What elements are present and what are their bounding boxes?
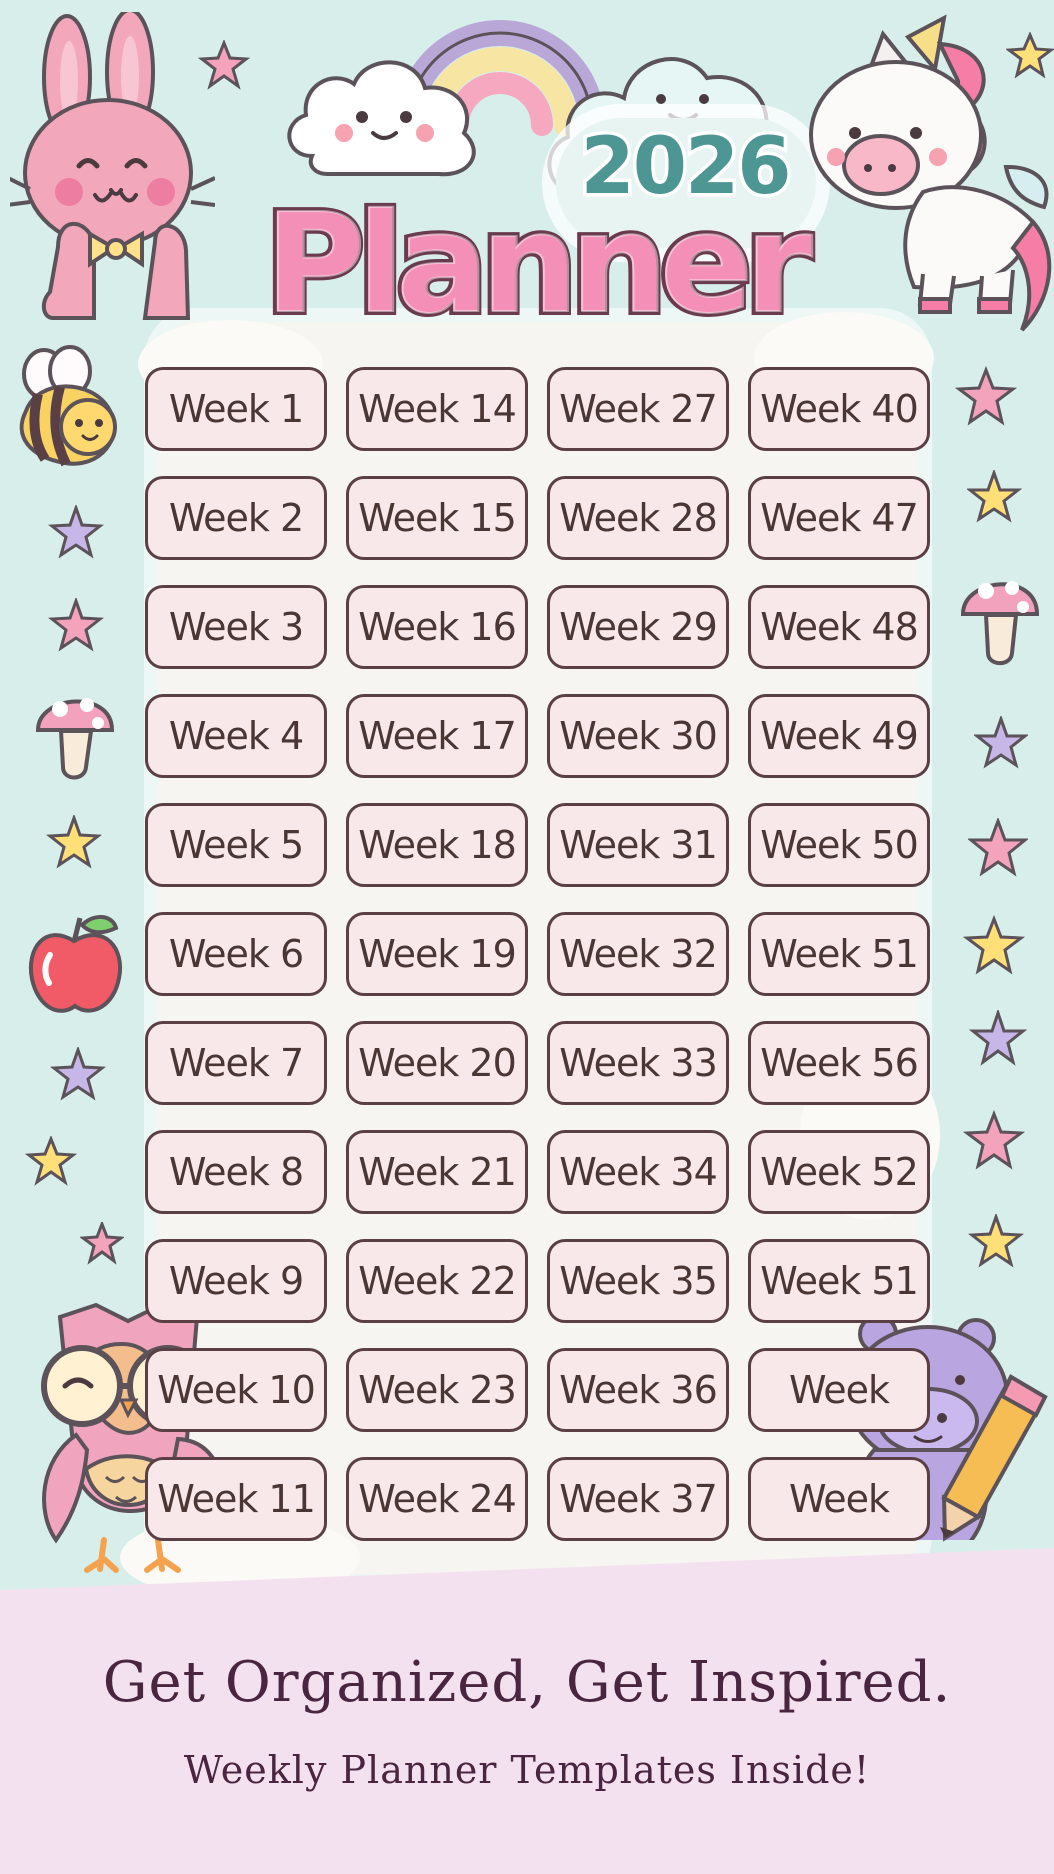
week-32-button[interactable]: Week 32	[547, 912, 729, 996]
week-29-button[interactable]: Week 29	[547, 585, 729, 669]
week-21-button[interactable]: Week 21	[346, 1130, 528, 1214]
star-icon	[968, 1214, 1024, 1268]
week-grid: Week 1 Week 14 Week 27 Week 40 Week 2 We…	[145, 367, 940, 1557]
week-51-repeat-button[interactable]: Week 51	[748, 1239, 930, 1323]
week-8-button[interactable]: Week 8	[145, 1130, 327, 1214]
week-40-button[interactable]: Week 40	[748, 367, 930, 451]
mushroom-icon-left	[35, 698, 115, 780]
week-27-button[interactable]: Week 27	[547, 367, 729, 451]
week-7-button[interactable]: Week 7	[145, 1021, 327, 1105]
week-37-button[interactable]: Week 37	[547, 1457, 729, 1541]
week-19-button[interactable]: Week 19	[346, 912, 528, 996]
week-52-button[interactable]: Week 52	[748, 1130, 930, 1214]
bunny-icon	[10, 12, 215, 320]
week-partial-button-1[interactable]: Week	[748, 1348, 930, 1432]
star-icon	[1006, 32, 1054, 79]
week-23-button[interactable]: Week 23	[346, 1348, 528, 1432]
week-48-button[interactable]: Week 48	[748, 585, 930, 669]
week-17-button[interactable]: Week 17	[346, 694, 528, 778]
week-33-button[interactable]: Week 33	[547, 1021, 729, 1105]
pencil-icon	[940, 1374, 1048, 1542]
week-28-button[interactable]: Week 28	[547, 476, 729, 560]
planner-title-highlight: Planner	[264, 184, 813, 345]
week-50-button[interactable]: Week 50	[748, 803, 930, 887]
week-49-button[interactable]: Week 49	[748, 694, 930, 778]
star-icon	[46, 815, 102, 869]
footer-subtitle: Weekly Planner Templates Inside!	[183, 1748, 871, 1792]
bee-icon	[19, 345, 117, 467]
week-18-button[interactable]: Week 18	[346, 803, 528, 887]
apple-icon	[28, 915, 123, 1013]
week-9-button[interactable]: Week 9	[145, 1239, 327, 1323]
week-20-button[interactable]: Week 20	[346, 1021, 528, 1105]
week-3-button[interactable]: Week 3	[145, 585, 327, 669]
week-51-button[interactable]: Week 51	[748, 912, 930, 996]
week-1-button[interactable]: Week 1	[145, 367, 327, 451]
week-31-button[interactable]: Week 31	[547, 803, 729, 887]
week-2-button[interactable]: Week 2	[145, 476, 327, 560]
week-4-button[interactable]: Week 4	[145, 694, 327, 778]
week-47-button[interactable]: Week 47	[748, 476, 930, 560]
week-35-button[interactable]: Week 35	[547, 1239, 729, 1323]
star-icon	[968, 818, 1028, 877]
week-56-button[interactable]: Week 56	[748, 1021, 930, 1105]
week-30-button[interactable]: Week 30	[547, 694, 729, 778]
cloud-icon	[287, 60, 476, 177]
star-icon	[48, 505, 104, 559]
star-icon	[967, 470, 1022, 523]
week-11-button[interactable]: Week 11	[145, 1457, 327, 1541]
week-15-button[interactable]: Week 15	[346, 476, 528, 560]
week-6-button[interactable]: Week 6	[145, 912, 327, 996]
week-14-button[interactable]: Week 14	[346, 367, 528, 451]
star-icon	[50, 1047, 106, 1101]
star-icon	[198, 40, 250, 90]
week-5-button[interactable]: Week 5	[145, 803, 327, 887]
week-34-button[interactable]: Week 34	[547, 1130, 729, 1214]
footer-tagline: Get Organized, Get Inspired.	[102, 1650, 952, 1715]
star-icon	[48, 598, 104, 652]
star-icon	[80, 1222, 124, 1265]
star-icon	[955, 366, 1017, 426]
mushroom-icon	[960, 581, 1040, 666]
week-partial-button-2[interactable]: Week	[748, 1457, 930, 1541]
week-36-button[interactable]: Week 36	[547, 1348, 729, 1432]
star-icon	[25, 1136, 77, 1186]
star-icon	[963, 915, 1025, 975]
planner-page: 2026 Planner Planner Week 1 Week 14 Week…	[0, 0, 1054, 1874]
week-16-button[interactable]: Week 16	[346, 585, 528, 669]
star-icon	[963, 1110, 1025, 1170]
star-icon	[974, 716, 1028, 769]
week-22-button[interactable]: Week 22	[346, 1239, 528, 1323]
week-10-button[interactable]: Week 10	[145, 1348, 327, 1432]
star-icon	[969, 1010, 1027, 1066]
week-24-button[interactable]: Week 24	[346, 1457, 528, 1541]
